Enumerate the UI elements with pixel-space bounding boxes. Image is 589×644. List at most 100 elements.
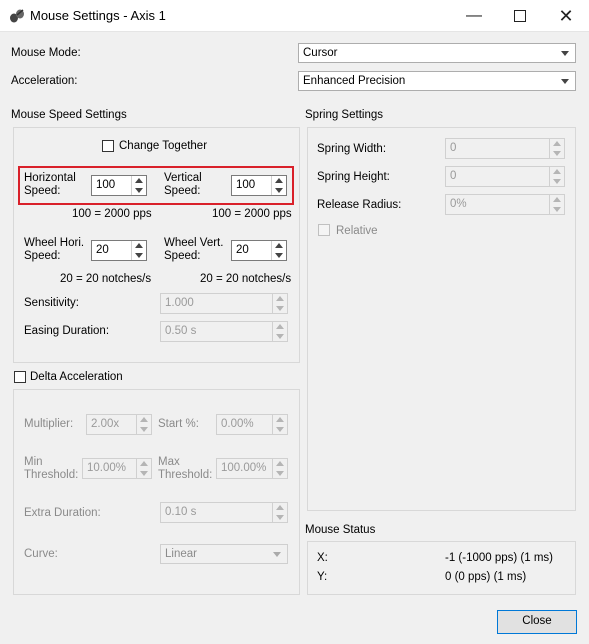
spin-down-icon[interactable] (553, 179, 561, 184)
spin-down-icon[interactable] (553, 207, 561, 212)
start-percent-spinner[interactable]: 0.00% (216, 414, 288, 435)
spin-down-icon[interactable] (276, 306, 284, 311)
spring-width-spinner[interactable]: 0 (445, 138, 565, 159)
vertical-pps-note: 100 = 2000 pps (212, 208, 292, 220)
spin-down-icon[interactable] (276, 427, 284, 432)
acceleration-value: Enhanced Precision (303, 75, 406, 87)
min-label-line2: Threshold: (24, 469, 79, 481)
horizontal-speed-spinner[interactable]: 100 (91, 175, 147, 196)
acceleration-label: Acceleration: (11, 75, 78, 87)
close-icon[interactable]: ✕ (543, 0, 589, 32)
wheel-vert-speed-spinner[interactable]: 20 (231, 240, 287, 261)
mouse-status-title: Mouse Status (305, 524, 376, 536)
status-y-label: Y: (317, 571, 328, 583)
spin-up-icon[interactable] (275, 243, 283, 248)
wheel-v-label-line1: Wheel Vert. (164, 237, 224, 249)
min-threshold-spinner[interactable]: 10.00% (82, 458, 152, 479)
spin-down-icon[interactable] (140, 427, 148, 432)
sensitivity-value: 1.000 (165, 297, 194, 309)
release-radius-spinner[interactable]: 0% (445, 194, 565, 215)
delta-acceleration-checkbox[interactable] (14, 371, 26, 383)
extra-duration-spinner[interactable]: 0.10 s (160, 502, 288, 523)
curve-value: Linear (165, 548, 197, 560)
min-threshold-label: Min Threshold: (24, 456, 78, 482)
spin-up-icon[interactable] (276, 324, 284, 329)
vertical-label-line1: Vertical (164, 172, 202, 184)
status-x-value: -1 (-1000 pps) (1 ms) (445, 552, 554, 564)
wheel-vert-speed-label: Wheel Vert. Speed: (164, 237, 223, 263)
spring-group-title: Spring Settings (305, 109, 383, 121)
wheel-h-value: 20 (96, 244, 109, 256)
spring-width-label: Spring Width: (317, 143, 387, 155)
horizontal-speed-value: 100 (96, 179, 116, 191)
min-label-line1: Min (24, 456, 43, 468)
chevron-down-icon (273, 552, 281, 557)
delta-acceleration-label: Delta Acceleration (30, 371, 123, 383)
spin-up-icon[interactable] (140, 417, 148, 422)
spin-down-icon[interactable] (135, 253, 143, 258)
spin-up-icon[interactable] (276, 296, 284, 301)
spin-up-icon[interactable] (135, 243, 143, 248)
release-radius-label: Release Radius: (317, 199, 402, 211)
spring-height-value: 0 (450, 170, 457, 182)
chevron-down-icon (561, 79, 569, 84)
sensitivity-spinner[interactable]: 1.000 (160, 293, 288, 314)
spin-up-icon[interactable] (553, 141, 561, 146)
wheel-h-label-line1: Wheel Hori. (24, 237, 85, 249)
horizontal-label-line1: Horizontal (24, 172, 76, 184)
vertical-speed-label: Vertical Speed: (164, 172, 202, 198)
spin-down-icon[interactable] (553, 151, 561, 156)
spin-up-icon[interactable] (276, 417, 284, 422)
mouse-mode-select[interactable]: Cursor (298, 43, 576, 63)
wheel-hori-speed-spinner[interactable]: 20 (91, 240, 147, 261)
minimize-icon[interactable]: — (451, 0, 497, 32)
spring-height-spinner[interactable]: 0 (445, 166, 565, 187)
change-together-label: Change Together (119, 140, 208, 152)
close-button-label: Close (522, 615, 552, 627)
spin-down-icon[interactable] (276, 515, 284, 520)
horizontal-speed-label: Horizontal Speed: (24, 172, 76, 198)
multiplier-spinner[interactable]: 2.00x (86, 414, 152, 435)
extra-duration-label: Extra Duration: (24, 507, 101, 519)
easing-duration-label: Easing Duration: (24, 325, 110, 337)
change-together-checkbox[interactable] (102, 140, 114, 152)
vertical-speed-spinner[interactable]: 100 (231, 175, 287, 196)
vertical-speed-value: 100 (236, 179, 256, 191)
extra-duration-value: 0.10 s (165, 506, 197, 518)
horizontal-pps-note: 100 = 2000 pps (72, 208, 152, 220)
mouse-mode-value: Cursor (303, 47, 338, 59)
spin-up-icon[interactable] (276, 505, 284, 510)
max-label-line2: Threshold: (158, 469, 213, 481)
easing-duration-value: 0.50 s (165, 325, 197, 337)
sensitivity-label: Sensitivity: (24, 297, 79, 309)
maximize-icon[interactable] (497, 0, 543, 32)
status-x-label: X: (317, 552, 328, 564)
relative-label: Relative (336, 225, 378, 237)
spin-up-icon[interactable] (275, 178, 283, 183)
relative-checkbox[interactable] (318, 224, 330, 236)
spin-down-icon[interactable] (275, 188, 283, 193)
spin-down-icon[interactable] (135, 188, 143, 193)
wheel-h-note: 20 = 20 notches/s (60, 273, 152, 285)
spin-up-icon[interactable] (140, 461, 148, 466)
start-percent-value: 0.00% (221, 418, 254, 430)
spin-down-icon[interactable] (275, 253, 283, 258)
horizontal-label-line2: Speed: (24, 185, 61, 197)
acceleration-select[interactable]: Enhanced Precision (298, 71, 576, 91)
curve-select[interactable]: Linear (160, 544, 288, 564)
spin-up-icon[interactable] (553, 197, 561, 202)
spin-up-icon[interactable] (135, 178, 143, 183)
wheel-hori-speed-label: Wheel Hori. Speed: (24, 237, 84, 263)
close-button[interactable]: Close (497, 610, 577, 634)
spin-down-icon[interactable] (140, 471, 148, 476)
multiplier-label: Multiplier: (24, 418, 74, 430)
easing-duration-spinner[interactable]: 0.50 s (160, 321, 288, 342)
spin-down-icon[interactable] (276, 334, 284, 339)
mouse-app-icon (10, 9, 24, 23)
spin-up-icon[interactable] (553, 169, 561, 174)
spin-down-icon[interactable] (276, 471, 284, 476)
start-percent-label: Start %: (158, 418, 199, 430)
spin-up-icon[interactable] (276, 461, 284, 466)
max-label-line1: Max (158, 456, 180, 468)
max-threshold-spinner[interactable]: 100.00% (216, 458, 288, 479)
